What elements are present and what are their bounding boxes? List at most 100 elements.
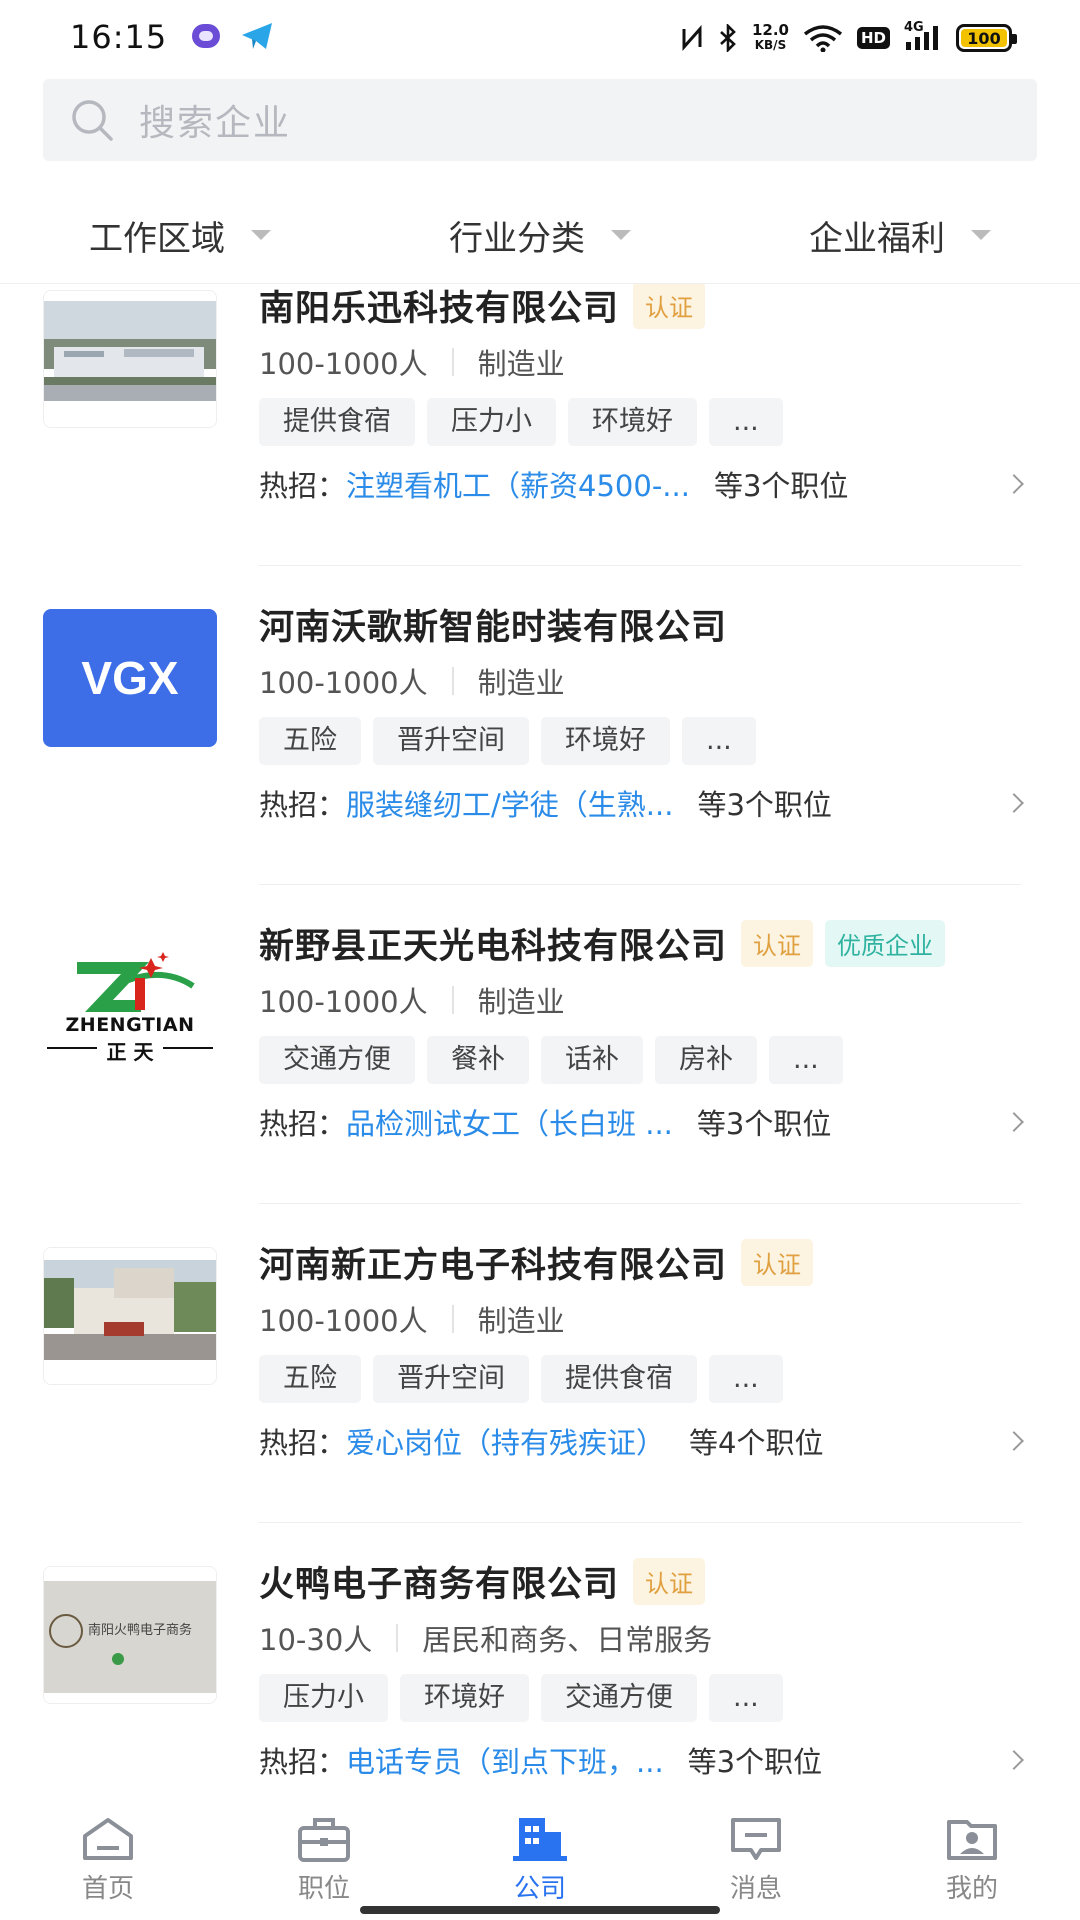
benefit-tag: 话补 xyxy=(541,1036,643,1084)
benefit-tag: 房补 xyxy=(655,1036,757,1084)
caret-down-icon xyxy=(611,230,631,240)
hot-label: 热招： xyxy=(259,1107,347,1141)
hot-job-title[interactable]: 电话专员（到点下班，... xyxy=(346,1739,664,1781)
cell-signal-icon: 4G xyxy=(904,20,942,52)
benefit-tag: 提供食宿 xyxy=(541,1355,697,1403)
benefit-tag: 晋升空间 xyxy=(373,717,529,765)
chevron-right-icon xyxy=(1004,1112,1024,1132)
company-list[interactable]: 南阳乐迅科技有限公司 认证 100-1000人 制造业 提供食宿 压力小 环境好… xyxy=(0,284,1080,1800)
hot-jobs-row[interactable]: 热招： 爱心岗位（持有残疾证） 等4个职位 xyxy=(259,1420,1024,1462)
quality-company-badge: 优质企业 xyxy=(825,919,946,967)
hot-jobs-row[interactable]: 热招： 注塑看机工（薪资4500-... 等3个职位 xyxy=(259,463,1024,505)
chevron-right-icon xyxy=(1004,1431,1024,1451)
hot-jobs-row[interactable]: 热招： 服装缝纫工/学徒（生熟... 等3个职位 xyxy=(259,782,1024,824)
company-logo-photo xyxy=(43,1247,217,1385)
filter-label: 企业福利 xyxy=(809,218,945,259)
benefit-tag: 提供食宿 xyxy=(259,398,415,446)
message-icon xyxy=(731,1818,781,1860)
job-count: 等3个职位 xyxy=(713,469,849,503)
hot-job-title[interactable]: 注塑看机工（薪资4500-... xyxy=(346,463,690,505)
benefit-tag-more: ... xyxy=(709,1674,783,1722)
net-speed: 12.0 KB/S xyxy=(751,21,789,53)
tab-messages[interactable]: 消息 xyxy=(648,1800,864,1920)
search-icon xyxy=(72,100,113,141)
company-card[interactable]: VGX 河南沃歌斯智能时装有限公司 100-1000人 制造业 五险 晋升空间 … xyxy=(0,589,1080,907)
search-input[interactable]: 搜索企业 xyxy=(139,94,291,146)
company-card[interactable]: 南阳乐迅科技有限公司 认证 100-1000人 制造业 提供食宿 压力小 环境好… xyxy=(0,284,1080,588)
benefit-tag: 五险 xyxy=(259,717,361,765)
battery-icon: 100 xyxy=(956,24,1017,52)
benefit-tag: 环境好 xyxy=(568,398,697,446)
benefit-tag: 压力小 xyxy=(259,1674,388,1722)
company-card[interactable]: 河南新正方电子科技有限公司 认证 100-1000人 制造业 五险 晋升空间 提… xyxy=(0,1227,1080,1545)
benefit-tag: 晋升空间 xyxy=(373,1355,529,1403)
hot-label: 热招： xyxy=(259,1745,347,1779)
tab-label: 公司 xyxy=(513,1874,566,1904)
company-size: 100-1000人 xyxy=(259,1304,428,1338)
company-card[interactable]: ZHENGTIAN 正 天 新野县正天光电科技有限公司 认证 优质企业 100-… xyxy=(0,908,1080,1226)
status-time: 16:15 xyxy=(70,18,168,56)
hot-job-title[interactable]: 服装缝纫工/学徒（生熟... xyxy=(346,782,673,824)
benefit-tags: 五险 晋升空间 环境好 ... xyxy=(259,717,1021,765)
search-bar[interactable]: 搜索企业 xyxy=(43,79,1037,161)
filter-bar: 工作区域 行业分类 企业福利 xyxy=(0,190,1080,280)
hot-label: 热招： xyxy=(259,1426,347,1460)
benefit-tag-more: ... xyxy=(682,717,756,765)
tab-jobs[interactable]: 职位 xyxy=(216,1800,432,1920)
tab-company[interactable]: 公司 xyxy=(432,1800,648,1920)
divider xyxy=(259,1522,1021,1523)
caret-down-icon xyxy=(971,230,991,240)
company-size: 100-1000人 xyxy=(259,347,428,381)
hot-job-title[interactable]: 品检测试女工（长白班 ... xyxy=(346,1101,673,1143)
company-name: 火鸭电子商务有限公司 xyxy=(259,1564,620,1605)
filter-label: 行业分类 xyxy=(449,218,585,259)
company-industry: 制造业 xyxy=(477,985,565,1019)
hot-jobs-row[interactable]: 热招： 电话专员（到点下班，... 等3个职位 xyxy=(259,1739,1024,1781)
chevron-right-icon xyxy=(1004,474,1024,494)
hot-label: 热招： xyxy=(259,788,347,822)
benefit-tag: 五险 xyxy=(259,1355,361,1403)
bluetooth-icon xyxy=(718,24,738,52)
certified-badge: 认证 xyxy=(741,919,814,967)
caret-down-icon xyxy=(251,230,271,240)
benefit-tag: 压力小 xyxy=(427,398,556,446)
company-size: 10-30人 xyxy=(259,1623,373,1657)
filter-label: 工作区域 xyxy=(89,218,225,259)
company-card[interactable]: 南阳火鸭电子商务 火鸭电子商务有限公司 认证 10-30人 居民和商务、日常服务… xyxy=(0,1546,1080,1800)
building-icon xyxy=(513,1818,567,1861)
filter-work-area[interactable]: 工作区域 xyxy=(0,190,360,280)
tab-label: 我的 xyxy=(945,1874,998,1904)
chevron-right-icon xyxy=(1004,1750,1024,1770)
tab-profile[interactable]: 我的 xyxy=(864,1800,1080,1920)
benefit-tag: 交通方便 xyxy=(541,1674,697,1722)
company-name: 新野县正天光电科技有限公司 xyxy=(259,926,728,967)
app-notification-icon xyxy=(192,24,220,48)
divider xyxy=(259,884,1021,885)
nfc-icon xyxy=(680,25,704,51)
certified-badge: 认证 xyxy=(633,284,706,329)
company-name: 南阳乐迅科技有限公司 xyxy=(259,288,620,329)
benefit-tag: 交通方便 xyxy=(259,1036,415,1084)
briefcase-icon xyxy=(298,1818,350,1862)
benefit-tag-more: ... xyxy=(709,398,783,446)
company-size: 100-1000人 xyxy=(259,985,428,1019)
company-industry: 制造业 xyxy=(477,1304,565,1338)
hd-icon: HD xyxy=(856,27,890,49)
certified-badge: 认证 xyxy=(633,1557,706,1605)
benefit-tags: 压力小 环境好 交通方便 ... xyxy=(259,1674,1021,1722)
company-logo-huoya: 南阳火鸭电子商务 xyxy=(43,1566,217,1704)
tab-label: 职位 xyxy=(297,1874,350,1904)
filter-benefits[interactable]: 企业福利 xyxy=(720,190,1080,280)
job-count: 等3个职位 xyxy=(696,1107,832,1141)
filter-industry[interactable]: 行业分类 xyxy=(360,190,720,280)
hot-job-title[interactable]: 爱心岗位（持有残疾证） xyxy=(346,1420,665,1462)
company-logo-photo xyxy=(43,290,217,428)
tab-home[interactable]: 首页 xyxy=(0,1800,216,1920)
benefit-tag: 环境好 xyxy=(541,717,670,765)
hot-label: 热招： xyxy=(259,469,347,503)
tab-label: 首页 xyxy=(81,1874,134,1904)
hot-jobs-row[interactable]: 热招： 品检测试女工（长白班 ... 等3个职位 xyxy=(259,1101,1024,1143)
company-industry: 制造业 xyxy=(477,666,565,700)
home-indicator[interactable] xyxy=(360,1906,720,1914)
tab-label: 消息 xyxy=(729,1874,782,1904)
